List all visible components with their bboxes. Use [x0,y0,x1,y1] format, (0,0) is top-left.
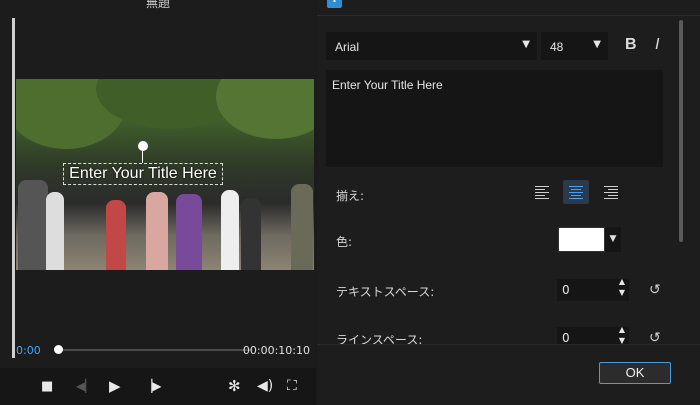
text-settings-panel: i Arial ▼ 48 ▼ B I Enter Your Title Here… [317,0,700,405]
color-swatch[interactable] [558,227,605,252]
fullscreen-icon[interactable]: ⛶ [287,377,297,395]
volume-icon[interactable]: ◀) [257,377,273,395]
title-text-value: Enter Your Title Here [332,78,443,92]
align-left-button[interactable] [529,180,555,204]
title-text-input[interactable]: Enter Your Title Here [326,70,663,167]
title-overlay-text: Enter Your Title Here [69,165,217,182]
seek-track[interactable] [58,349,252,351]
rotate-handle-line [142,150,143,163]
divider [317,15,700,16]
chevron-down-icon: ▼ [593,39,601,50]
dialog-footer: OK [317,344,700,405]
play-icon[interactable]: ▶ [109,377,121,395]
settings-icon[interactable]: ✻ [228,377,241,395]
text-spacing-value: 0 [562,283,570,297]
stop-icon[interactable]: ■ [41,378,53,396]
title-overlay-box[interactable]: Enter Your Title Here [63,163,223,185]
next-frame-icon[interactable]: ▕▶ [143,377,161,395]
ok-button[interactable]: OK [599,362,671,384]
current-time: 0:00 [16,344,41,357]
color-label: 色: [336,235,353,249]
increment-icon[interactable]: ▲ [619,277,625,286]
previous-frame-icon[interactable]: ◀▏ [76,377,94,395]
reset-text-spacing-icon[interactable]: ↺ [649,282,661,298]
align-label: 揃え: [336,189,365,203]
align-center-button[interactable] [563,180,589,204]
color-dropdown-button[interactable]: ▼ [605,227,621,252]
video-preview[interactable]: Enter Your Title Here [16,79,314,270]
panel-scrollbar[interactable] [679,20,683,242]
line-spacing-value: 0 [562,331,570,345]
font-size-select[interactable]: 48 ▼ [541,32,608,60]
text-tab-icon[interactable]: i [327,0,342,8]
duration-time: 00:00:10:10 [242,344,310,357]
font-size-value: 48 [550,40,564,54]
font-family-select[interactable]: Arial ▼ [326,32,537,60]
preview-pane: 無題 Enter Your Title Here 0:00 00:00:10:1… [0,0,316,405]
increment-icon[interactable]: ▲ [619,325,625,334]
text-spacing-label: テキストスペース: [336,285,435,299]
playback-controls: ■ ◀▏ ▶ ▕▶ ✻ ◀) ⛶ [0,368,316,405]
chevron-down-icon: ▼ [522,39,530,50]
font-family-value: Arial [335,40,360,54]
bold-button[interactable]: B [625,36,637,54]
italic-button[interactable]: I [655,36,659,54]
rotate-handle[interactable] [138,141,148,151]
text-spacing-stepper[interactable]: 0 ▲ ▼ [557,277,629,301]
align-right-button[interactable] [598,180,624,204]
decrement-icon[interactable]: ▼ [619,288,625,297]
window-title: 無題 [145,0,170,10]
window-title-bar: 無題 [0,0,316,12]
pane-edge [12,18,15,358]
timeline: 0:00 00:00:10:10 [16,340,312,360]
seek-knob[interactable] [54,345,63,354]
